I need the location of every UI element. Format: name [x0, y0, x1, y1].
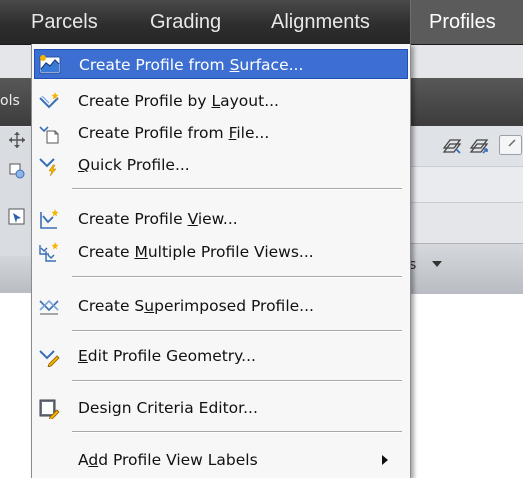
menu-separator — [72, 380, 402, 382]
submenu-arrow-icon — [382, 455, 388, 465]
copy-tool-icon[interactable] — [8, 162, 26, 180]
menu-bar: Parcels Grading Alignments Profiles — [0, 0, 523, 45]
profile-by-layout-icon — [39, 92, 59, 109]
menu-item-label: Create Profile View... — [78, 210, 238, 228]
menu-alignments[interactable]: Alignments — [271, 0, 370, 44]
ribbon-panel-footer-left — [0, 256, 31, 293]
menu-profiles[interactable]: Profiles — [410, 0, 523, 44]
menu-item-label: Create Profile by Layout... — [78, 92, 279, 110]
panel-expand-icon[interactable] — [432, 261, 442, 267]
menu-item-quick-profile[interactable]: Quick Profile... — [34, 150, 408, 180]
profiles-dropdown-menu: Create Profile from Surface... Create Pr… — [31, 44, 411, 478]
menu-item-label: Add Profile View Labels — [78, 451, 258, 469]
menu-separator — [72, 330, 402, 332]
edit-profile-geometry-icon — [39, 350, 60, 367]
menu-item-create-profile-view[interactable]: Create Profile View... — [34, 204, 408, 234]
menu-parcels[interactable]: Parcels — [31, 0, 98, 44]
menu-item-create-profile-from-file[interactable]: Create Profile from File... — [34, 118, 408, 148]
ribbon-panel-footer-right — [409, 243, 523, 294]
menu-separator — [72, 431, 402, 433]
menu-item-design-criteria-editor[interactable]: Design Criteria Editor... — [34, 393, 408, 423]
select-tool-icon[interactable] — [8, 208, 26, 226]
multiple-profile-views-icon — [39, 242, 59, 262]
quick-profile-icon — [39, 158, 57, 176]
menu-item-create-superimposed-profile[interactable]: Create Superimposed Profile... — [34, 291, 408, 321]
design-criteria-editor-icon — [39, 399, 60, 419]
menu-grading[interactable]: Grading — [150, 0, 221, 44]
create-profile-view-icon — [40, 209, 59, 229]
menu-item-label: Edit Profile Geometry... — [78, 347, 256, 365]
menu-item-label: Quick Profile... — [78, 156, 190, 174]
tool-partial-icon[interactable] — [499, 134, 523, 156]
profile-from-surface-icon — [39, 55, 61, 74]
surface-tool-icon[interactable] — [441, 134, 463, 156]
profile-from-file-icon — [39, 126, 59, 144]
ribbon-tab-label[interactable]: ols — [0, 93, 20, 109]
menu-item-label: Create Profile from File... — [78, 124, 270, 142]
menu-item-add-profile-view-labels[interactable]: Add Profile View Labels — [34, 445, 408, 475]
menu-separator — [72, 276, 402, 278]
menu-item-create-multiple-profile-views[interactable]: Create Multiple Profile Views... — [34, 237, 408, 267]
menu-item-label: Create Superimposed Profile... — [78, 297, 314, 315]
ribbon-band-upper — [409, 166, 523, 203]
menu-item-label: Create Profile from Surface... — [79, 56, 304, 74]
menu-item-create-profile-from-surface[interactable]: Create Profile from Surface... — [34, 49, 408, 79]
superimposed-profile-icon — [39, 299, 59, 315]
ribbon-band-lower — [409, 202, 523, 243]
menu-item-label: Create Multiple Profile Views... — [78, 243, 314, 261]
menu-item-label: Design Criteria Editor... — [78, 399, 258, 417]
move-tool-icon[interactable] — [8, 131, 26, 149]
menu-item-edit-profile-geometry[interactable]: Edit Profile Geometry... — [34, 341, 408, 371]
ribbon-tab-strip-right — [409, 78, 523, 126]
surface-edit-tool-icon[interactable] — [468, 134, 490, 156]
menu-item-create-profile-by-layout[interactable]: Create Profile by Layout... — [34, 86, 408, 116]
menu-separator — [72, 188, 402, 190]
